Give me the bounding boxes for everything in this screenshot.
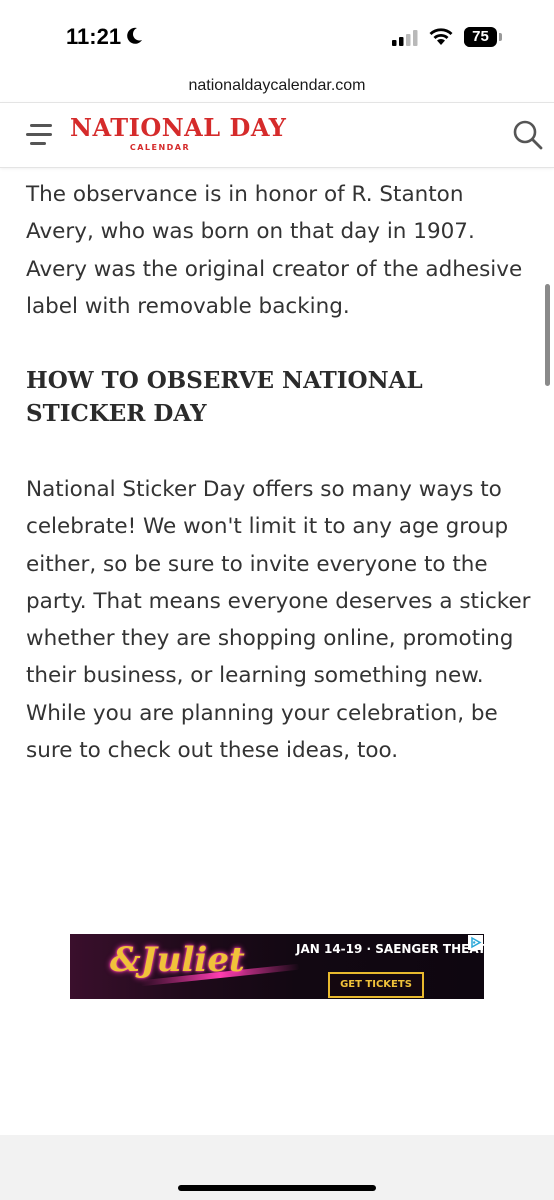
ad-choices-icon[interactable] (468, 935, 483, 950)
get-tickets-button[interactable]: GET TICKETS (328, 972, 424, 998)
intro-paragraph: The observance is in honor of R. Stanton… (26, 182, 523, 319)
ad-date-venue: JAN 14-19 · SAENGER THEATRE (296, 942, 484, 956)
battery-tip (499, 33, 502, 41)
moon-icon (127, 27, 142, 44)
home-indicator[interactable] (178, 1185, 376, 1191)
article-intro: The observance is in honor of R. Stanton… (26, 176, 532, 325)
address-bar[interactable]: nationaldaycalendar.com (0, 72, 554, 100)
search-icon[interactable] (512, 119, 544, 151)
ad-logo-text: &Juliet (110, 940, 245, 980)
cellular-signal-icon (392, 30, 418, 46)
ad-banner[interactable]: &Juliet JAN 14-19 · SAENGER THEATRE GET … (70, 934, 484, 999)
hamburger-menu-icon[interactable] (26, 121, 56, 149)
site-logo[interactable]: NATIONAL DAY CALENDAR (70, 113, 286, 159)
wifi-icon (429, 28, 453, 45)
logo-main-text: NATIONAL DAY (70, 113, 287, 142)
scrollbar[interactable] (545, 284, 550, 386)
section-paragraph: National Sticker Day offers so many ways… (26, 477, 531, 764)
article-section: National Sticker Day offers so many ways… (26, 471, 532, 769)
section-heading: HOW TO OBSERVE NATIONAL STICKER DAY (26, 367, 423, 427)
site-header: NATIONAL DAY CALENDAR (0, 102, 554, 168)
logo-sub-text: CALENDAR (129, 143, 191, 152)
status-bar: 11:21 75 (0, 0, 554, 72)
battery-indicator: 75 (464, 27, 504, 47)
url-text: nationaldaycalendar.com (188, 77, 366, 94)
status-time: 11:21 (66, 24, 122, 49)
battery-level: 75 (472, 28, 489, 45)
